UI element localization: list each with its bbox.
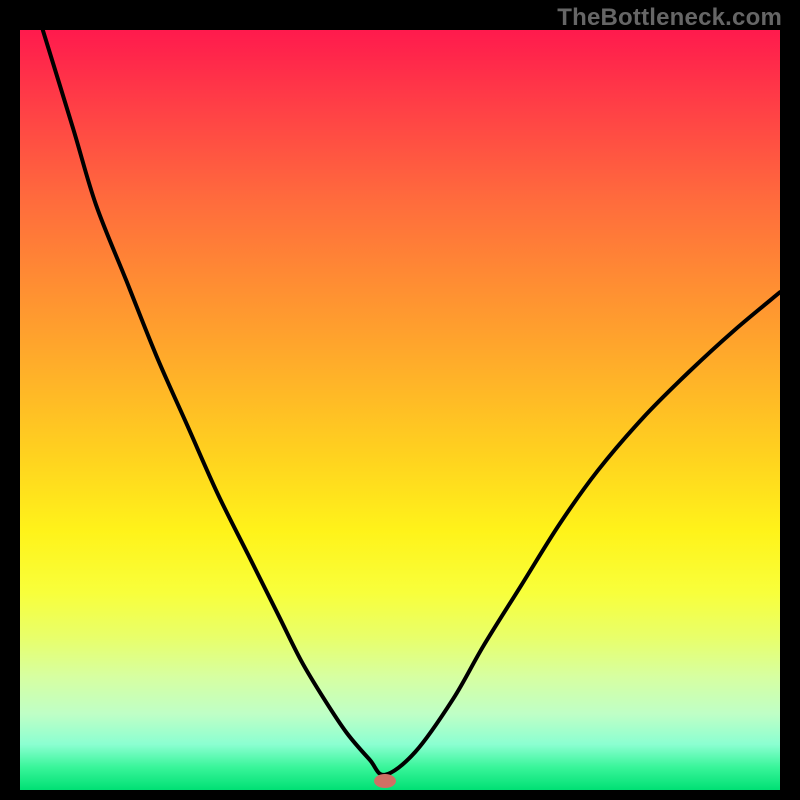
bottleneck-curve xyxy=(20,30,780,790)
optimum-marker xyxy=(374,774,396,788)
watermark-text: TheBottleneck.com xyxy=(557,4,782,32)
